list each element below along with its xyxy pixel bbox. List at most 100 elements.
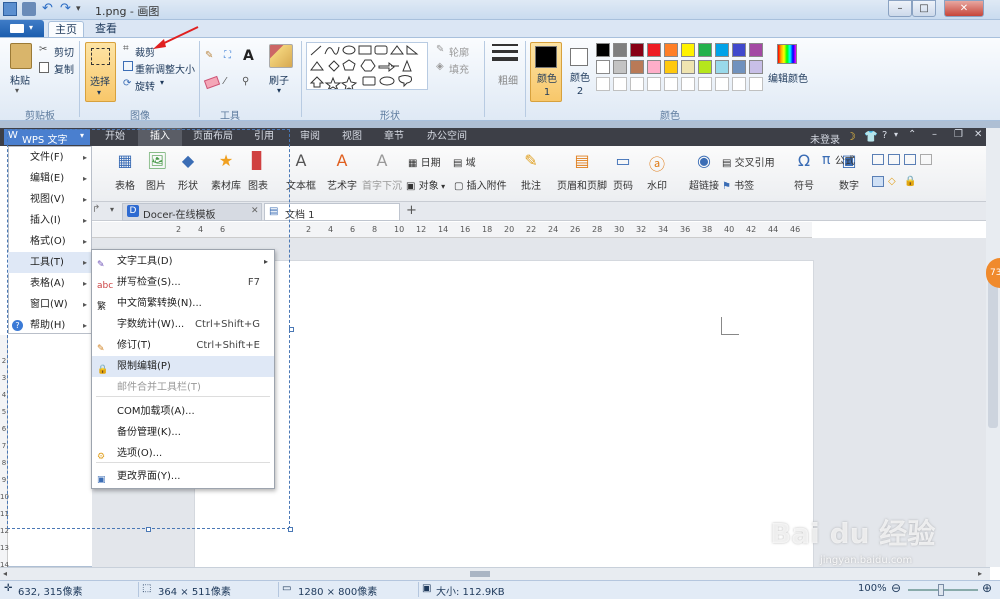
color-palette[interactable] bbox=[596, 42, 771, 94]
palette-swatch[interactable] bbox=[613, 43, 627, 57]
wps-tab-4[interactable]: 审阅 bbox=[290, 128, 330, 146]
paste-button[interactable]: 粘贴 bbox=[10, 72, 30, 87]
size-button[interactable]: 粗细 bbox=[498, 72, 518, 87]
palette-swatch-empty[interactable] bbox=[681, 77, 695, 91]
copy-button[interactable]: 复制 bbox=[54, 61, 74, 76]
palette-swatch[interactable] bbox=[681, 60, 695, 74]
lock-icon[interactable]: 🔒 bbox=[904, 176, 916, 187]
chevron-down-icon[interactable]: ▾ bbox=[15, 86, 19, 95]
palette-swatch[interactable] bbox=[647, 60, 661, 74]
shirt-icon[interactable]: 👕 bbox=[864, 130, 878, 143]
scroll-thumb[interactable] bbox=[470, 571, 490, 577]
collapse-ribbon-icon[interactable]: ⌃ bbox=[908, 129, 916, 140]
resize-handle[interactable] bbox=[146, 527, 151, 532]
palette-swatch-empty[interactable] bbox=[698, 77, 712, 91]
wps-restore-button[interactable]: ❐ bbox=[954, 129, 963, 140]
maximize-button[interactable]: □ bbox=[912, 0, 936, 17]
palette-swatch-empty[interactable] bbox=[715, 77, 729, 91]
palette-swatch[interactable] bbox=[664, 43, 678, 57]
toolbar-button-8[interactable]: 批注 bbox=[516, 177, 546, 192]
frame-tool-icon[interactable] bbox=[920, 154, 932, 165]
save-icon[interactable] bbox=[22, 2, 36, 16]
palette-swatch[interactable] bbox=[630, 43, 644, 57]
select-button[interactable]: 选择 ▾ bbox=[85, 42, 116, 102]
scroll-left-icon[interactable]: ◂ bbox=[3, 569, 7, 578]
toolbar-button-14[interactable]: 数字 bbox=[834, 177, 864, 192]
color2-button[interactable]: 颜色 2 bbox=[565, 42, 595, 102]
skin-icon[interactable]: ☽ bbox=[846, 130, 856, 143]
checkbox-tool-icon[interactable] bbox=[888, 154, 900, 165]
palette-swatch[interactable] bbox=[681, 43, 695, 57]
palette-swatch-empty[interactable] bbox=[630, 77, 644, 91]
resize-handle[interactable] bbox=[289, 327, 294, 332]
shapes-gallery[interactable] bbox=[306, 42, 428, 92]
chevron-down-icon[interactable]: ▾ bbox=[894, 130, 898, 139]
toolbar-button-12[interactable]: 超链接 bbox=[684, 177, 724, 192]
horizontal-scrollbar[interactable]: ◂ ▸ bbox=[0, 567, 990, 580]
tab-view[interactable]: 查看 bbox=[88, 21, 124, 38]
small-tool-icon[interactable] bbox=[872, 154, 884, 165]
attach-button[interactable]: ▢ 插入附件 bbox=[454, 177, 507, 192]
wps-tab-6[interactable]: 章节 bbox=[374, 128, 414, 146]
palette-swatch[interactable] bbox=[749, 43, 763, 57]
palette-swatch[interactable] bbox=[749, 60, 763, 74]
object-button[interactable]: ▣ 对象 ▾ bbox=[406, 177, 445, 192]
resize-handle[interactable] bbox=[288, 527, 293, 532]
close-button[interactable]: ✕ bbox=[944, 0, 984, 17]
vertical-scrollbar[interactable] bbox=[986, 128, 1000, 567]
scroll-right-icon[interactable]: ▸ bbox=[978, 569, 982, 578]
design-mode-icon[interactable] bbox=[872, 176, 884, 187]
palette-swatch[interactable] bbox=[732, 60, 746, 74]
palette-swatch-empty[interactable] bbox=[664, 77, 678, 91]
paint-menu-button[interactable]: ▾ bbox=[0, 20, 44, 37]
login-status[interactable]: 未登录 bbox=[810, 131, 840, 146]
palette-swatch-empty[interactable] bbox=[613, 77, 627, 91]
palette-swatch[interactable] bbox=[596, 60, 610, 74]
palette-swatch[interactable] bbox=[732, 43, 746, 57]
palette-swatch-empty[interactable] bbox=[749, 77, 763, 91]
palette-swatch[interactable] bbox=[715, 60, 729, 74]
crossref-button[interactable]: ▤ 交叉引用 bbox=[722, 154, 775, 169]
text-icon[interactable]: A bbox=[243, 48, 254, 64]
outline-button[interactable]: 轮廓 bbox=[449, 44, 469, 59]
toolbar-button-10[interactable]: 页码 bbox=[608, 177, 638, 192]
toolbar-button-13[interactable]: 符号 bbox=[786, 177, 822, 192]
tab-home[interactable]: 主页 bbox=[48, 21, 84, 38]
toolbar-button-6[interactable]: 艺术字 bbox=[324, 177, 360, 192]
palette-swatch-empty[interactable] bbox=[647, 77, 661, 91]
undo-icon[interactable]: ↶ bbox=[42, 2, 56, 16]
palette-swatch[interactable] bbox=[647, 43, 661, 57]
zoom-slider-thumb[interactable] bbox=[938, 584, 944, 596]
dropdown-tool-icon[interactable] bbox=[904, 154, 916, 165]
minimize-button[interactable]: – bbox=[888, 0, 912, 17]
edit-colors-button[interactable]: 编辑颜色 bbox=[768, 70, 808, 85]
wps-close-button[interactable]: ✕ bbox=[974, 129, 982, 140]
magnifier-icon[interactable]: ⚲ bbox=[242, 76, 249, 87]
color-picker-icon[interactable]: ⁄ bbox=[224, 76, 226, 87]
palette-swatch[interactable] bbox=[698, 43, 712, 57]
zoom-in-button[interactable]: ⊕ bbox=[982, 581, 992, 595]
fill-icon[interactable]: ⛶ bbox=[224, 50, 231, 61]
resize-button[interactable]: 重新调整大小 bbox=[135, 61, 195, 76]
palette-swatch[interactable] bbox=[664, 60, 678, 74]
selection-rectangle[interactable] bbox=[7, 129, 290, 529]
rotate-button[interactable]: 旋转 bbox=[135, 78, 155, 93]
palette-swatch-empty[interactable] bbox=[596, 77, 610, 91]
palette-swatch[interactable] bbox=[715, 43, 729, 57]
customize-qat-icon[interactable]: ▾ bbox=[76, 2, 90, 16]
palette-swatch[interactable] bbox=[698, 60, 712, 74]
wps-tab-5[interactable]: 视图 bbox=[332, 128, 372, 146]
fill-button[interactable]: 填充 bbox=[449, 61, 469, 76]
paste-icon[interactable] bbox=[10, 43, 32, 69]
tag-icon[interactable]: ◇ bbox=[888, 176, 896, 187]
field-button[interactable]: ▤ 域 bbox=[453, 154, 476, 169]
formula-button[interactable]: π 公式 bbox=[822, 152, 855, 168]
toolbar-button-7[interactable]: 首字下沉 bbox=[360, 177, 404, 192]
redo-icon[interactable]: ↷ bbox=[60, 2, 74, 16]
help-icon[interactable]: ? bbox=[882, 130, 887, 141]
new-tab-icon[interactable]: + bbox=[406, 203, 417, 218]
pencil-icon[interactable]: ✎ bbox=[205, 50, 213, 61]
cut-button[interactable]: 剪切 bbox=[54, 44, 74, 59]
zoom-out-button[interactable]: ⊖ bbox=[891, 581, 901, 595]
palette-swatch[interactable] bbox=[596, 43, 610, 57]
